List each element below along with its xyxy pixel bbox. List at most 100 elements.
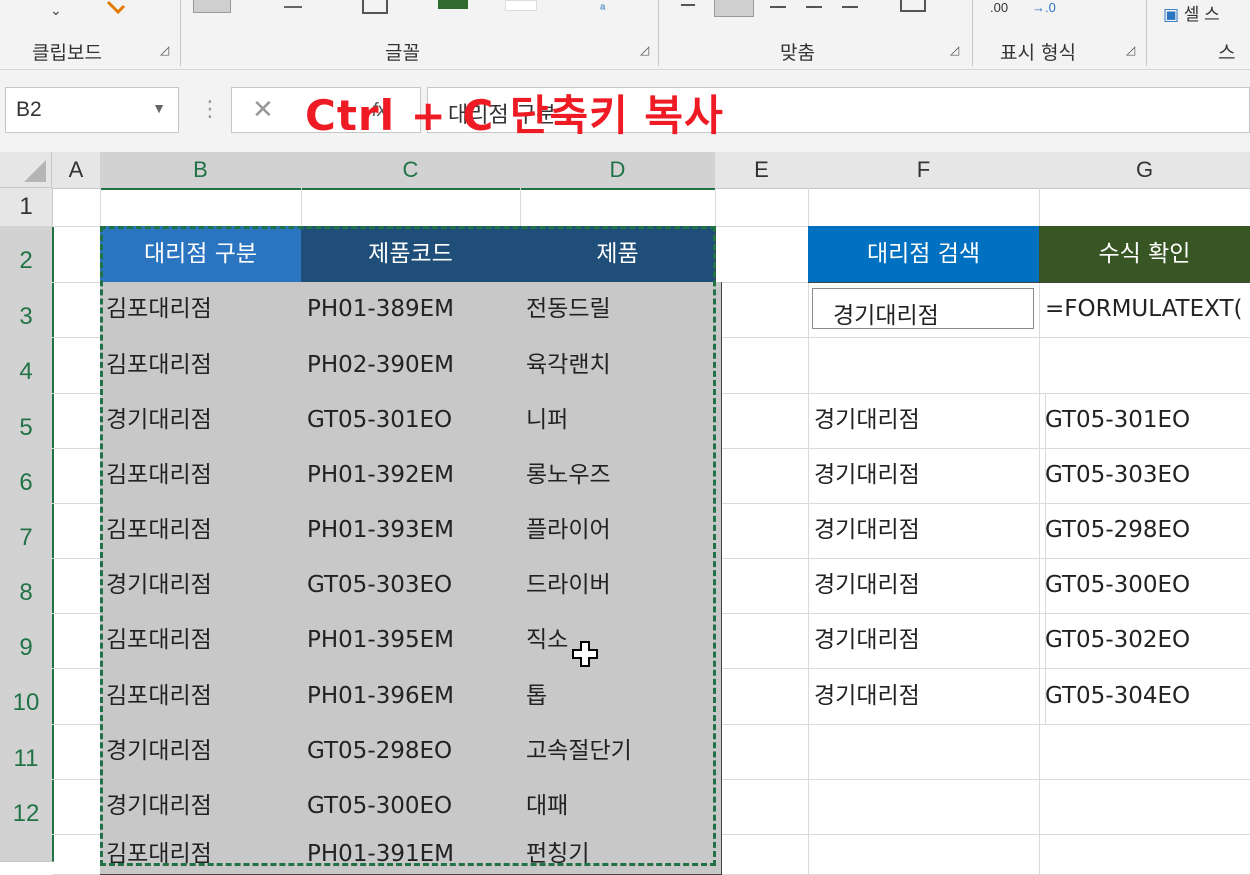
formula-check-header[interactable]: 수식 확인 [1039, 226, 1250, 283]
result-branch-cell[interactable]: 경기대리점 [808, 668, 1046, 725]
formula-bar-grip-icon[interactable]: ⋮ [199, 96, 221, 122]
table-cell[interactable]: PH01-391EM [301, 834, 527, 875]
cell[interactable] [715, 282, 809, 338]
column-header-d[interactable]: D [520, 152, 716, 190]
align-middle-icon[interactable] [714, 0, 754, 17]
align-top-icon[interactable] [681, 4, 695, 6]
phonetic-icon[interactable]: ᵃ [600, 0, 605, 16]
table-cell[interactable]: PH01-392EM [301, 448, 527, 504]
cell[interactable] [52, 393, 101, 449]
table-cell[interactable]: 펀칭기 [520, 834, 722, 875]
table-cell[interactable]: 경기대리점 [100, 779, 308, 835]
row-header-3[interactable]: 3 [0, 282, 54, 338]
row-header-6[interactable]: 6 [0, 448, 54, 504]
table-cell[interactable]: 김포대리점 [100, 282, 308, 338]
table-cell[interactable]: GT05-298EO [301, 724, 527, 780]
cell[interactable] [808, 834, 1040, 875]
result-code-cell[interactable]: GT05-302EO [1039, 613, 1250, 669]
number-launcher-icon[interactable]: ◿ [1126, 44, 1139, 57]
cell[interactable] [52, 834, 101, 875]
cell[interactable] [52, 448, 101, 504]
cell[interactable] [520, 188, 716, 227]
cell[interactable] [808, 724, 1040, 780]
table-cell[interactable]: PH01-395EM [301, 613, 527, 669]
row-header-7[interactable]: 7 [0, 503, 54, 559]
search-header[interactable]: 대리점 검색 [808, 226, 1039, 283]
cell[interactable] [52, 668, 101, 725]
result-branch-cell[interactable]: 경기대리점 [808, 613, 1046, 669]
cell[interactable] [52, 724, 101, 780]
row-header-9[interactable]: 9 [0, 613, 54, 669]
cell[interactable] [715, 503, 809, 559]
cell[interactable] [1039, 834, 1250, 875]
row-header-11[interactable]: 11 [0, 724, 54, 780]
table-cell[interactable]: 육각랜치 [520, 337, 722, 394]
column-header-b[interactable]: B [100, 152, 302, 190]
column-header-g[interactable]: G [1039, 152, 1250, 189]
result-branch-cell[interactable]: 경기대리점 [808, 393, 1046, 449]
font-size-icon[interactable] [284, 6, 302, 8]
table-cell[interactable]: 김포대리점 [100, 613, 308, 669]
table-header-cell[interactable]: 제품 [520, 226, 716, 283]
cell[interactable] [52, 337, 101, 394]
table-cell[interactable]: 고속절단기 [520, 724, 722, 780]
paste-dropdown-icon[interactable]: ⌄ [50, 2, 62, 19]
align-left-icon[interactable] [806, 6, 822, 8]
column-header-f[interactable]: F [808, 152, 1040, 189]
table-cell[interactable]: 톱 [520, 668, 722, 725]
row-header-4[interactable]: 4 [0, 337, 54, 394]
table-cell[interactable]: GT05-303EO [301, 558, 527, 614]
cell[interactable] [52, 226, 101, 283]
search-input[interactable]: 경기대리점 [812, 288, 1034, 329]
result-code-cell[interactable]: GT05-303EO [1039, 448, 1250, 504]
result-code-cell[interactable]: GT05-298EO [1039, 503, 1250, 559]
table-cell[interactable]: 김포대리점 [100, 503, 308, 559]
result-branch-cell[interactable]: 경기대리점 [808, 448, 1046, 504]
cell[interactable] [52, 613, 101, 669]
cell[interactable] [1039, 724, 1250, 780]
chevron-down-icon[interactable]: ▼ [152, 100, 166, 116]
table-cell[interactable]: 대패 [520, 779, 722, 835]
clipboard-launcher-icon[interactable]: ◿ [160, 44, 173, 57]
cell[interactable] [715, 668, 809, 725]
table-cell[interactable]: PH01-396EM [301, 668, 527, 725]
name-box[interactable]: B2 ▼ [5, 87, 179, 133]
cell[interactable] [808, 779, 1040, 835]
row-header-2[interactable]: 2 [0, 226, 54, 283]
table-cell[interactable]: 경기대리점 [100, 724, 308, 780]
cell[interactable] [52, 558, 101, 614]
table-cell[interactable]: PH02-390EM [301, 337, 527, 394]
cell[interactable] [715, 337, 809, 394]
table-cell[interactable]: 경기대리점 [100, 393, 308, 449]
table-cell[interactable]: GT05-300EO [301, 779, 527, 835]
result-code-cell[interactable]: GT05-304EO [1039, 668, 1250, 725]
table-cell[interactable]: 김포대리점 [100, 834, 308, 875]
select-all-corner[interactable] [0, 152, 52, 188]
table-cell[interactable]: 롱노우즈 [520, 448, 722, 504]
decrease-decimal-icon[interactable]: →.0 [1032, 0, 1056, 15]
cell[interactable] [100, 188, 302, 227]
increase-decimal-icon[interactable]: .00 [990, 0, 1008, 15]
cell[interactable] [52, 503, 101, 559]
result-branch-cell[interactable]: 경기대리점 [808, 503, 1046, 559]
table-cell[interactable]: PH01-393EM [301, 503, 527, 559]
cell[interactable] [715, 779, 809, 835]
row-header-8[interactable]: 8 [0, 558, 54, 614]
font-launcher-icon[interactable]: ◿ [640, 44, 653, 57]
table-header-cell[interactable]: 대리점 구분 [100, 226, 302, 283]
cell[interactable] [715, 558, 809, 614]
table-cell[interactable]: GT05-301EO [301, 393, 527, 449]
table-cell[interactable]: 김포대리점 [100, 448, 308, 504]
merge-icon[interactable] [900, 0, 926, 12]
table-cell[interactable]: 니퍼 [520, 393, 722, 449]
alignment-launcher-icon[interactable]: ◿ [950, 44, 963, 57]
row-header-1[interactable]: 1 [0, 188, 53, 227]
table-cell[interactable]: 직소 [520, 613, 722, 669]
cell-style-button[interactable]: ▣ 셀 스 [1163, 0, 1220, 25]
result-code-cell[interactable]: GT05-301EO [1039, 393, 1250, 449]
cell[interactable] [715, 834, 809, 875]
cell[interactable] [1039, 188, 1250, 227]
row-header-5[interactable]: 5 [0, 393, 54, 449]
table-cell[interactable]: 플라이어 [520, 503, 722, 559]
cell[interactable] [715, 448, 809, 504]
